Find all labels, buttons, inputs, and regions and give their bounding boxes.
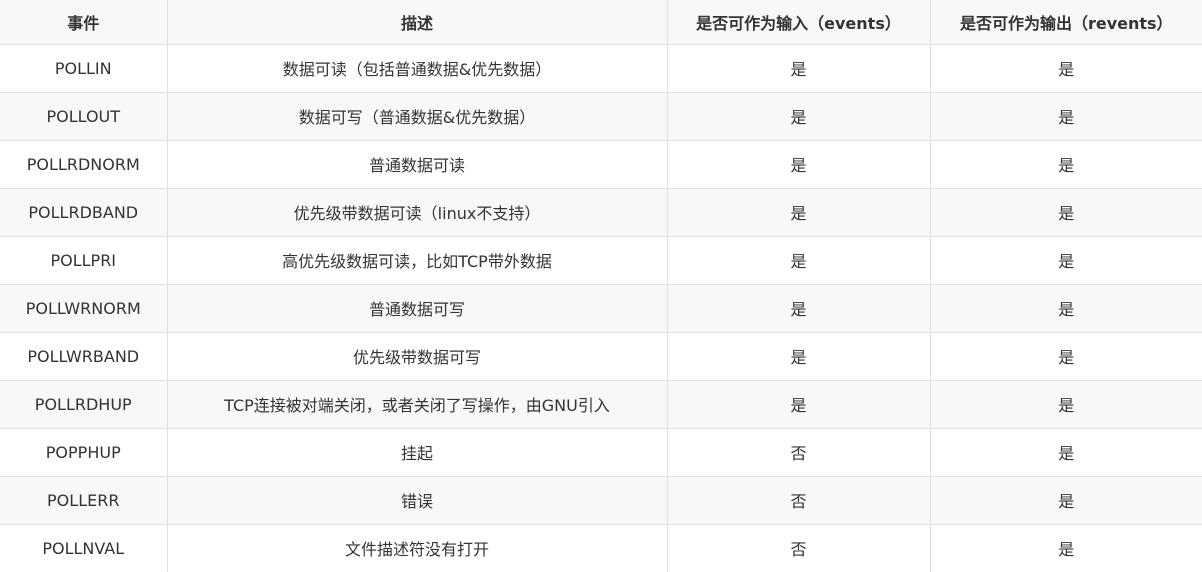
header-as-output: 是否可作为输出（revents）	[929, 0, 1202, 45]
output-cell: 是	[929, 283, 1202, 333]
input-cell: 是	[666, 43, 931, 93]
output-cell: 是	[929, 139, 1202, 189]
header-event: 事件	[0, 0, 168, 45]
table-row: POLLWRNORM 普通数据可写 是 是	[0, 283, 1202, 333]
event-cell: POLLWRNORM	[0, 283, 168, 333]
event-cell: POLLNVAL	[0, 523, 168, 572]
description-cell: 数据可读（包括普通数据&优先数据）	[166, 43, 668, 93]
description-cell: 数据可写（普通数据&优先数据）	[166, 91, 668, 141]
event-cell: POLLOUT	[0, 91, 168, 141]
event-cell: POLLRDBAND	[0, 187, 168, 237]
output-cell: 是	[929, 523, 1202, 572]
table-row: POLLNVAL 文件描述符没有打开 否 是	[0, 523, 1202, 572]
input-cell: 否	[666, 523, 931, 572]
output-cell: 是	[929, 427, 1202, 477]
input-cell: 是	[666, 187, 931, 237]
table-row: POLLERR 错误 否 是	[0, 475, 1202, 525]
input-cell: 是	[666, 235, 931, 285]
event-cell: POLLERR	[0, 475, 168, 525]
description-cell: 普通数据可写	[166, 283, 668, 333]
event-cell: POLLRDHUP	[0, 379, 168, 429]
event-cell: POLLPRI	[0, 235, 168, 285]
output-cell: 是	[929, 43, 1202, 93]
table-row: POLLRDNORM 普通数据可读 是 是	[0, 139, 1202, 189]
description-cell: 优先级带数据可读（linux不支持）	[166, 187, 668, 237]
table-header-row: 事件 描述 是否可作为输入（events） 是否可作为输出（revents）	[0, 0, 1202, 45]
input-cell: 是	[666, 283, 931, 333]
header-description: 描述	[166, 0, 668, 45]
output-cell: 是	[929, 187, 1202, 237]
input-cell: 否	[666, 475, 931, 525]
output-cell: 是	[929, 235, 1202, 285]
output-cell: 是	[929, 91, 1202, 141]
output-cell: 是	[929, 475, 1202, 525]
input-cell: 是	[666, 379, 931, 429]
table-row: POLLIN 数据可读（包括普通数据&优先数据） 是 是	[0, 43, 1202, 93]
event-cell: POLLRDNORM	[0, 139, 168, 189]
table-row: POLLWRBAND 优先级带数据可写 是 是	[0, 331, 1202, 381]
description-cell: 优先级带数据可写	[166, 331, 668, 381]
table-row: POLLRDHUP TCP连接被对端关闭，或者关闭了写操作，由GNU引入 是 是	[0, 379, 1202, 429]
description-cell: 错误	[166, 475, 668, 525]
table-row: POPPHUP 挂起 否 是	[0, 427, 1202, 477]
output-cell: 是	[929, 331, 1202, 381]
input-cell: 是	[666, 139, 931, 189]
description-cell: 挂起	[166, 427, 668, 477]
table-row: POLLPRI 高优先级数据可读，比如TCP带外数据 是 是	[0, 235, 1202, 285]
table-row: POLLOUT 数据可写（普通数据&优先数据） 是 是	[0, 91, 1202, 141]
description-cell: 文件描述符没有打开	[166, 523, 668, 572]
event-cell: POPPHUP	[0, 427, 168, 477]
output-cell: 是	[929, 379, 1202, 429]
description-cell: 普通数据可读	[166, 139, 668, 189]
input-cell: 是	[666, 331, 931, 381]
input-cell: 否	[666, 427, 931, 477]
header-as-input: 是否可作为输入（events）	[666, 0, 931, 45]
event-cell: POLLWRBAND	[0, 331, 168, 381]
table-row: POLLRDBAND 优先级带数据可读（linux不支持） 是 是	[0, 187, 1202, 237]
description-cell: TCP连接被对端关闭，或者关闭了写操作，由GNU引入	[166, 379, 668, 429]
poll-events-table: 事件 描述 是否可作为输入（events） 是否可作为输出（revents） P…	[0, 0, 1202, 572]
input-cell: 是	[666, 91, 931, 141]
event-cell: POLLIN	[0, 43, 168, 93]
description-cell: 高优先级数据可读，比如TCP带外数据	[166, 235, 668, 285]
